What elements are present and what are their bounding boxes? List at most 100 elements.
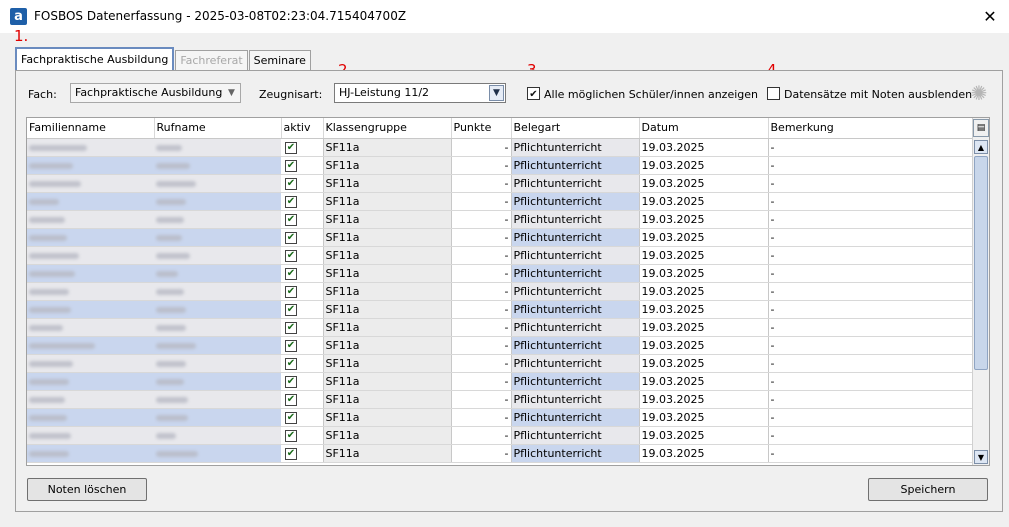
cell-rufname-redacted[interactable]: [154, 444, 281, 463]
cell-bemerkung[interactable]: -: [768, 156, 975, 175]
cell-familienname-redacted[interactable]: [27, 390, 154, 409]
cell-klassengruppe[interactable]: SF11a: [323, 174, 452, 193]
cell-belegart[interactable]: Pflichtunterricht: [511, 318, 640, 337]
cell-klassengruppe[interactable]: SF11a: [323, 264, 452, 283]
cell-datum[interactable]: 19.03.2025: [639, 336, 769, 355]
table-row[interactable]: SF11a-Pflichtunterricht19.03.2025-: [27, 354, 975, 373]
cell-familienname-redacted[interactable]: [27, 354, 154, 373]
cell-punkte[interactable]: -: [451, 138, 512, 157]
cell-punkte[interactable]: -: [451, 372, 512, 391]
table-row[interactable]: SF11a-Pflichtunterricht19.03.2025-: [27, 246, 975, 265]
cell-punkte[interactable]: -: [451, 390, 512, 409]
table-row[interactable]: SF11a-Pflichtunterricht19.03.2025-: [27, 138, 975, 157]
cell-rufname-redacted[interactable]: [154, 390, 281, 409]
aktiv-checkbox[interactable]: [285, 231, 297, 244]
table-row[interactable]: SF11a-Pflichtunterricht19.03.2025-: [27, 192, 975, 211]
aktiv-checkbox[interactable]: [285, 339, 297, 352]
cell-rufname-redacted[interactable]: [154, 192, 281, 211]
cell-aktiv[interactable]: [281, 336, 324, 355]
cell-bemerkung[interactable]: -: [768, 444, 975, 463]
tab-fachpraktische-ausbildung[interactable]: Fachpraktische Ausbildung: [15, 47, 175, 70]
cell-bemerkung[interactable]: -: [768, 408, 975, 427]
scroll-up-button[interactable]: ▲: [974, 140, 988, 154]
cell-punkte[interactable]: -: [451, 408, 512, 427]
save-button[interactable]: Speichern: [868, 478, 988, 501]
cell-klassengruppe[interactable]: SF11a: [323, 372, 452, 391]
cell-datum[interactable]: 19.03.2025: [639, 318, 769, 337]
column-header-rufname[interactable]: Rufname: [154, 118, 282, 139]
delete-grades-button[interactable]: Noten löschen: [27, 478, 147, 501]
cell-aktiv[interactable]: [281, 156, 324, 175]
cell-bemerkung[interactable]: -: [768, 192, 975, 211]
cell-punkte[interactable]: -: [451, 264, 512, 283]
aktiv-checkbox[interactable]: [285, 285, 297, 298]
cell-aktiv[interactable]: [281, 192, 324, 211]
cell-datum[interactable]: 19.03.2025: [639, 228, 769, 247]
aktiv-checkbox[interactable]: [285, 213, 297, 226]
cell-rufname-redacted[interactable]: [154, 372, 281, 391]
cell-klassengruppe[interactable]: SF11a: [323, 408, 452, 427]
aktiv-checkbox[interactable]: [285, 393, 297, 406]
column-chooser-button[interactable]: ▤: [973, 119, 989, 137]
cell-bemerkung[interactable]: -: [768, 336, 975, 355]
cell-familienname-redacted[interactable]: [27, 372, 154, 391]
aktiv-checkbox[interactable]: [285, 429, 297, 442]
cell-datum[interactable]: 19.03.2025: [639, 210, 769, 229]
cell-punkte[interactable]: -: [451, 210, 512, 229]
cell-aktiv[interactable]: [281, 372, 324, 391]
cell-punkte[interactable]: -: [451, 444, 512, 463]
cell-klassengruppe[interactable]: SF11a: [323, 228, 452, 247]
cell-bemerkung[interactable]: -: [768, 390, 975, 409]
aktiv-checkbox[interactable]: [285, 321, 297, 334]
cell-belegart[interactable]: Pflichtunterricht: [511, 264, 640, 283]
cell-familienname-redacted[interactable]: [27, 336, 154, 355]
cell-bemerkung[interactable]: -: [768, 354, 975, 373]
cell-belegart[interactable]: Pflichtunterricht: [511, 336, 640, 355]
column-header-datum[interactable]: Datum: [639, 118, 769, 139]
cell-belegart[interactable]: Pflichtunterricht: [511, 372, 640, 391]
cell-aktiv[interactable]: [281, 228, 324, 247]
cell-datum[interactable]: 19.03.2025: [639, 426, 769, 445]
zeugnisart-select[interactable]: HJ-Leistung 11/2 ▼: [334, 83, 506, 103]
cell-rufname-redacted[interactable]: [154, 300, 281, 319]
column-header-familienname[interactable]: Familienname: [27, 118, 155, 139]
aktiv-checkbox[interactable]: [285, 195, 297, 208]
table-row[interactable]: SF11a-Pflichtunterricht19.03.2025-: [27, 264, 975, 283]
cell-bemerkung[interactable]: -: [768, 174, 975, 193]
chevron-down-icon[interactable]: ▼: [489, 85, 504, 101]
cell-belegart[interactable]: Pflichtunterricht: [511, 300, 640, 319]
cell-punkte[interactable]: -: [451, 318, 512, 337]
cell-rufname-redacted[interactable]: [154, 426, 281, 445]
cell-rufname-redacted[interactable]: [154, 228, 281, 247]
cell-rufname-redacted[interactable]: [154, 408, 281, 427]
column-header-aktiv[interactable]: aktiv: [281, 118, 324, 139]
cell-rufname-redacted[interactable]: [154, 156, 281, 175]
cell-datum[interactable]: 19.03.2025: [639, 444, 769, 463]
cell-rufname-redacted[interactable]: [154, 354, 281, 373]
column-header-klassengruppe[interactable]: Klassengruppe: [323, 118, 452, 139]
cell-datum[interactable]: 19.03.2025: [639, 408, 769, 427]
cell-punkte[interactable]: -: [451, 246, 512, 265]
cell-aktiv[interactable]: [281, 300, 324, 319]
cell-bemerkung[interactable]: -: [768, 300, 975, 319]
table-row[interactable]: SF11a-Pflichtunterricht19.03.2025-: [27, 174, 975, 193]
table-row[interactable]: SF11a-Pflichtunterricht19.03.2025-: [27, 336, 975, 355]
cell-bemerkung[interactable]: -: [768, 228, 975, 247]
cell-familienname-redacted[interactable]: [27, 192, 154, 211]
cell-belegart[interactable]: Pflichtunterricht: [511, 354, 640, 373]
cell-klassengruppe[interactable]: SF11a: [323, 300, 452, 319]
cell-bemerkung[interactable]: -: [768, 246, 975, 265]
cell-klassengruppe[interactable]: SF11a: [323, 246, 452, 265]
table-row[interactable]: SF11a-Pflichtunterricht19.03.2025-: [27, 408, 975, 427]
cell-bemerkung[interactable]: -: [768, 210, 975, 229]
table-row[interactable]: SF11a-Pflichtunterricht19.03.2025-: [27, 228, 975, 247]
cell-aktiv[interactable]: [281, 210, 324, 229]
aktiv-checkbox[interactable]: [285, 303, 297, 316]
cell-punkte[interactable]: -: [451, 156, 512, 175]
cell-rufname-redacted[interactable]: [154, 282, 281, 301]
cell-datum[interactable]: 19.03.2025: [639, 264, 769, 283]
cell-familienname-redacted[interactable]: [27, 408, 154, 427]
cell-aktiv[interactable]: [281, 246, 324, 265]
vertical-scrollbar[interactable]: ▤ ▲ ▼: [972, 118, 989, 465]
column-header-bemerkung[interactable]: Bemerkung: [768, 118, 975, 139]
